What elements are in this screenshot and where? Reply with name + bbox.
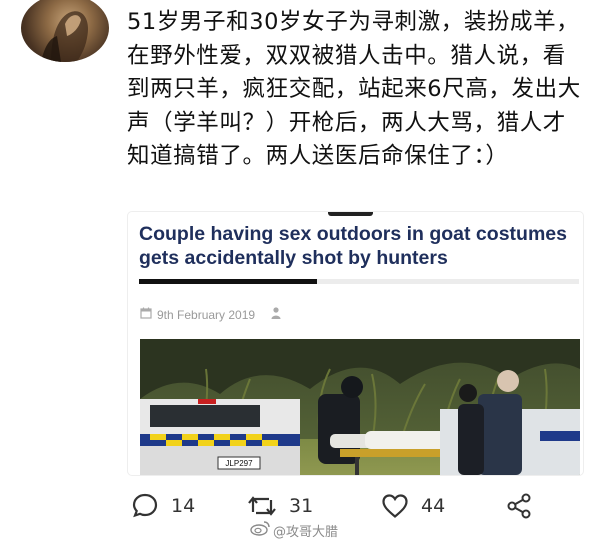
repost-icon xyxy=(247,492,277,520)
card-top-tab xyxy=(328,212,373,216)
heart-icon xyxy=(381,493,409,519)
headline-underline xyxy=(139,279,579,284)
post-text: 51岁男子和30岁女子为寻刺激，装扮成羊，在野外性爱，双双被猎人击中。猎人说，看… xyxy=(127,9,581,169)
share-icon xyxy=(505,492,533,520)
author-icon[interactable] xyxy=(271,307,281,322)
comment-count: 14 xyxy=(171,495,196,517)
article-photo[interactable]: JLP297 xyxy=(140,339,580,475)
article-headline[interactable]: Couple having sex outdoors in goat costu… xyxy=(139,222,579,270)
article-meta: 9th February 2019 xyxy=(140,307,281,322)
calendar-icon xyxy=(140,307,152,322)
weibo-logo-icon xyxy=(250,520,270,540)
avatar[interactable] xyxy=(21,0,109,62)
share-button[interactable] xyxy=(505,486,533,526)
weibo-watermark: @攻哥大腊 xyxy=(250,520,338,540)
avatar-image xyxy=(41,11,89,62)
watermark-text: @攻哥大腊 xyxy=(273,524,339,540)
license-plate: JLP297 xyxy=(225,459,253,468)
comment-icon xyxy=(131,492,159,520)
like-button[interactable]: 44 xyxy=(381,486,445,526)
like-count: 44 xyxy=(421,495,446,517)
repost-count: 31 xyxy=(289,495,314,517)
article-card[interactable]: Couple having sex outdoors in goat costu… xyxy=(128,212,583,475)
comment-button[interactable]: 14 xyxy=(131,486,195,526)
headline-underline-accent xyxy=(139,279,317,284)
article-date: 9th February 2019 xyxy=(157,307,256,322)
